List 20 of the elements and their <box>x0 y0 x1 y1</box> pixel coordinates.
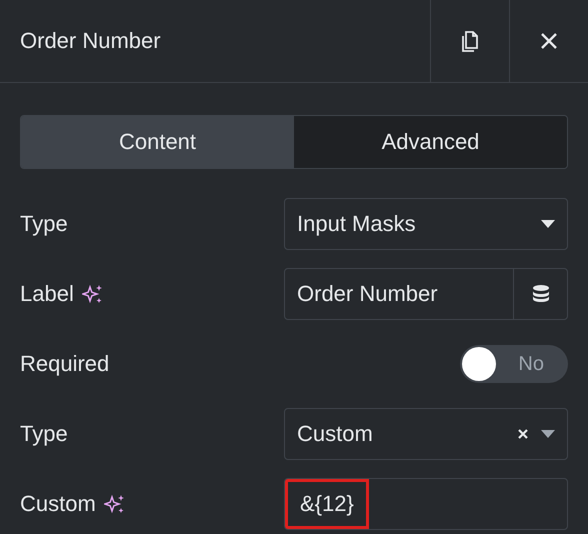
field-label: Required <box>20 351 110 377</box>
toggle-switch[interactable]: No <box>460 345 568 383</box>
field-label: Custom <box>20 491 96 517</box>
caret-icon <box>541 220 555 228</box>
highlight-frame: &{12} <box>285 479 369 529</box>
copy-icon <box>460 29 480 53</box>
close-icon <box>539 31 559 51</box>
field-label: Type <box>20 211 68 237</box>
select-field[interactable]: Custom <box>284 408 568 460</box>
database-icon <box>532 284 550 304</box>
clear-icon[interactable] <box>517 428 529 440</box>
caret-icon <box>541 430 555 438</box>
field-label: Label <box>20 281 74 307</box>
text-field[interactable]: Order Number <box>284 268 568 320</box>
field-label: Type <box>20 421 68 447</box>
text-field[interactable]: &{12} <box>284 478 568 530</box>
tab[interactable]: Advanced <box>294 116 567 168</box>
tab[interactable]: Content <box>21 116 294 168</box>
select-field[interactable]: Input Masks <box>284 198 568 250</box>
panel-title: Order Number <box>19 28 162 54</box>
